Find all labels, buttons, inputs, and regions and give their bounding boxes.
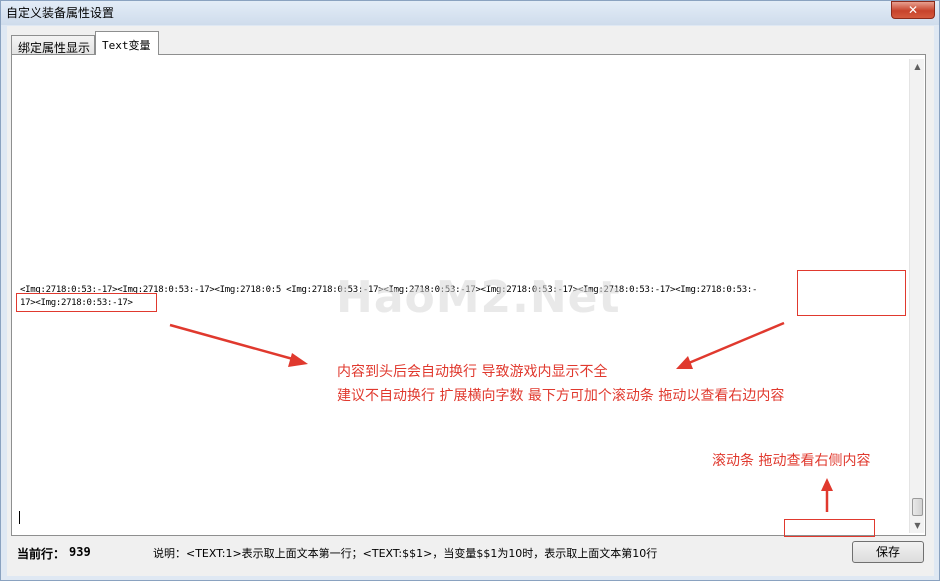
description-text: 说明：<TEXT:1>表示取上面文本第一行；<TEXT:$$1>，当变量$$1为…: [153, 547, 658, 560]
current-line-value: 939: [69, 545, 91, 559]
tab-binding-attributes[interactable]: 绑定属性显示: [11, 35, 95, 55]
close-icon: ✕: [907, 3, 919, 17]
tab-text-variables[interactable]: Text变量: [95, 31, 159, 55]
client-area: 绑定属性显示 Text变量 <Img:2718:0:53:-17><Img:27…: [7, 26, 934, 576]
tab-panel: <Img:2718:0:53:-17><Img:2718:0:53:-17><I…: [11, 54, 926, 537]
save-button[interactable]: 保存: [852, 541, 924, 563]
settings-window: 自定义装备属性设置 ✕ 绑定属性显示 Text变量 <Img:2718:0:53…: [0, 0, 940, 581]
current-line-label: 当前行：: [17, 547, 66, 561]
arrow-head: [676, 356, 693, 369]
arrow-head: [288, 353, 308, 367]
annotation-note-scrollbar: 滚动条 拖动查看右侧内容: [712, 453, 871, 469]
arrow-line: [683, 321, 785, 367]
title-bar: 自定义装备属性设置 ✕: [1, 1, 939, 25]
annotation-note-wrap: 内容到头后会自动换行 导致游戏内显示不全: [337, 364, 608, 380]
arrow-line: [169, 323, 301, 363]
window-title: 自定义装备属性设置: [6, 6, 115, 20]
annotation-note-suggestion: 建议不自动换行 扩展横向字数 最下方可加个滚动条 拖动以查看右边内容: [337, 388, 785, 404]
arrow-head: [821, 478, 833, 491]
close-button[interactable]: ✕: [891, 1, 935, 19]
